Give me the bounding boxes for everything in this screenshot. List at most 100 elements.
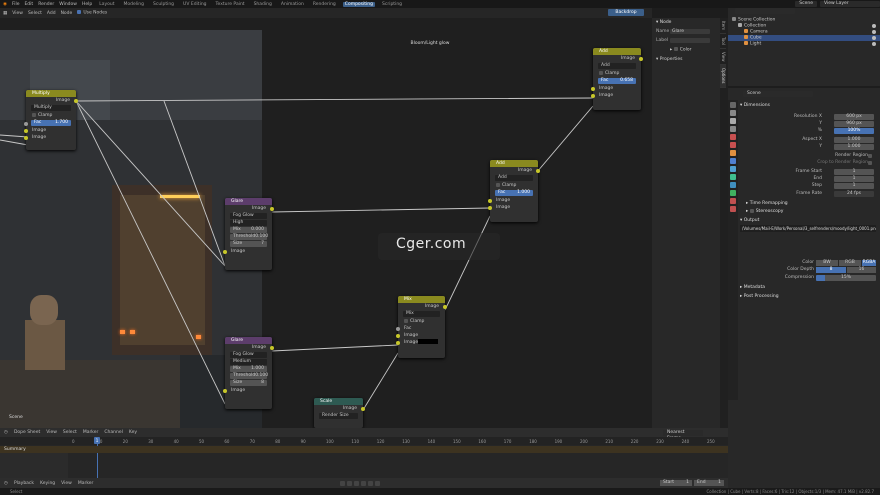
- size-field[interactable]: Size 8: [230, 380, 267, 386]
- data-tab-icon[interactable]: [730, 190, 736, 196]
- input-socket[interactable]: [396, 340, 400, 345]
- color-rgba-button[interactable]: RGBA: [862, 260, 876, 266]
- resolution-y-field[interactable]: 960 px: [834, 121, 874, 127]
- compression-slider[interactable]: 15%: [816, 275, 876, 281]
- blend-mode-dropdown[interactable]: Add: [495, 175, 533, 181]
- marker-menu[interactable]: Marker: [78, 481, 94, 486]
- frame-rate-dropdown[interactable]: 24 fps: [834, 191, 874, 197]
- modifier-tab-icon[interactable]: [730, 158, 736, 164]
- node-label-field[interactable]: [670, 38, 710, 43]
- sidebar-tab-options[interactable]: Options: [720, 65, 726, 88]
- start-frame-field[interactable]: Start 1: [660, 480, 692, 486]
- end-frame-field[interactable]: End 1: [694, 480, 724, 486]
- color-row[interactable]: ▸ Color: [652, 45, 720, 55]
- blend-mode-dropdown[interactable]: Add: [598, 63, 636, 69]
- tab-texture-paint[interactable]: Texture Paint: [214, 2, 247, 7]
- tab-animation[interactable]: Animation: [279, 2, 306, 7]
- tab-scripting[interactable]: Scripting: [380, 2, 404, 7]
- color-bw-button[interactable]: BW: [816, 260, 838, 266]
- sidebar-tab-item[interactable]: Item: [720, 18, 726, 35]
- tab-rendering[interactable]: Rendering: [311, 2, 338, 7]
- menu-select[interactable]: Select: [28, 11, 42, 16]
- frame-start-field[interactable]: 1: [834, 169, 874, 175]
- clamp-checkbox[interactable]: Clamp: [398, 318, 445, 325]
- tab-layout[interactable]: Layout: [97, 2, 116, 7]
- output-path-field[interactable]: /Volumes/Mail-E/Work/Personal/3_selfrend…: [740, 225, 878, 232]
- sidebar-tab-tool[interactable]: Tool: [720, 34, 726, 49]
- scene-selector[interactable]: Scene: [795, 1, 817, 7]
- menu-view[interactable]: View: [46, 430, 57, 435]
- editor-type-icon[interactable]: ◷: [4, 430, 8, 435]
- glare-type-dropdown[interactable]: Fog Glow: [230, 352, 267, 358]
- physics-tab-icon[interactable]: [730, 174, 736, 180]
- sidebar-tab-view[interactable]: View: [720, 49, 726, 66]
- prev-keyframe-icon[interactable]: [347, 481, 352, 486]
- input-socket[interactable]: [223, 249, 227, 254]
- post-processing-header[interactable]: ▸ Post Processing: [740, 293, 878, 300]
- aspect-y-field[interactable]: 1.000: [834, 144, 874, 150]
- snap-dropdown[interactable]: Nearest Frame: [663, 430, 703, 441]
- clamp-checkbox[interactable]: Clamp: [26, 112, 76, 119]
- quality-dropdown[interactable]: High: [230, 220, 267, 226]
- input-socket[interactable]: [488, 198, 492, 203]
- input-socket[interactable]: [223, 388, 227, 393]
- view-layer-tab-icon[interactable]: [730, 126, 736, 132]
- output-section-header[interactable]: ▾ Output: [740, 217, 878, 224]
- editor-type-icon[interactable]: ▦: [3, 11, 7, 16]
- tab-shading[interactable]: Shading: [252, 2, 274, 7]
- menu-select[interactable]: Select: [63, 430, 77, 435]
- tab-modeling[interactable]: Modeling: [122, 2, 146, 7]
- render-region-row[interactable]: Render Region: [742, 153, 876, 159]
- tab-compositing[interactable]: Compositing: [342, 1, 376, 7]
- menu-file[interactable]: File: [12, 2, 20, 7]
- properties-scene-field[interactable]: Scene: [740, 90, 878, 97]
- menu-help[interactable]: Help: [82, 2, 92, 7]
- view-menu[interactable]: View: [61, 481, 72, 486]
- threshold-field[interactable]: Threshold 0.100: [230, 234, 268, 240]
- fac-field[interactable]: Fac 1.000: [495, 190, 533, 196]
- aspect-x-field[interactable]: 1.000: [834, 137, 874, 143]
- outliner-search-input[interactable]: [735, 8, 795, 14]
- output-tab-icon[interactable]: [730, 118, 736, 124]
- playhead[interactable]: 1: [94, 437, 100, 444]
- menu-render[interactable]: Render: [38, 2, 54, 7]
- blender-logo-icon[interactable]: ◉: [3, 2, 7, 7]
- eye-icon[interactable]: [872, 30, 876, 34]
- input-socket[interactable]: [396, 333, 400, 338]
- menu-node[interactable]: Node: [61, 11, 73, 16]
- clamp-checkbox[interactable]: Clamp: [593, 70, 641, 77]
- summary-row[interactable]: [0, 446, 728, 453]
- node-add-top[interactable]: Add Image Add Clamp Fac 0.658 Image Image: [591, 48, 643, 110]
- input-socket[interactable]: [24, 128, 28, 133]
- fac-field[interactable]: Fac 0.658: [598, 78, 636, 84]
- eye-icon[interactable]: [872, 36, 876, 40]
- crop-region-row[interactable]: Crop to Render Region: [742, 160, 876, 166]
- view-layer-selector[interactable]: View Layer: [820, 1, 880, 7]
- node-multiply[interactable]: Multiply Image Multiply Clamp Fac 1.700 I…: [24, 90, 78, 150]
- threshold-field[interactable]: Threshold 0.100: [230, 373, 268, 379]
- time-remapping-header[interactable]: ▸ Time Remapping: [740, 200, 878, 207]
- eye-icon[interactable]: [872, 42, 876, 46]
- depth-8-button[interactable]: 8: [816, 267, 846, 273]
- menu-key[interactable]: Key: [129, 430, 137, 435]
- output-socket[interactable]: [74, 98, 78, 103]
- glare-type-dropdown[interactable]: Fog Glow: [230, 213, 267, 219]
- play-reverse-icon[interactable]: [354, 481, 359, 486]
- frame-end-field[interactable]: 1: [834, 176, 874, 182]
- output-socket[interactable]: [639, 56, 643, 61]
- depth-16-button[interactable]: 16: [847, 267, 876, 273]
- eye-icon[interactable]: [872, 24, 876, 28]
- blend-mode-dropdown[interactable]: Mix: [403, 311, 440, 317]
- output-socket[interactable]: [443, 304, 447, 309]
- node-section-header[interactable]: ▾ Node: [652, 18, 720, 27]
- blend-mode-dropdown[interactable]: Multiply: [31, 105, 71, 111]
- output-socket[interactable]: [536, 168, 540, 173]
- input-socket[interactable]: [24, 135, 28, 140]
- play-icon[interactable]: [361, 481, 366, 486]
- tab-uv-editing[interactable]: UV Editing: [181, 2, 208, 7]
- frame-ruler[interactable]: [0, 437, 728, 445]
- frame-step-field[interactable]: 1: [834, 183, 874, 189]
- quality-dropdown[interactable]: Medium: [230, 359, 267, 365]
- tool-tab-icon[interactable]: [730, 102, 736, 108]
- material-tab-icon[interactable]: [730, 198, 736, 204]
